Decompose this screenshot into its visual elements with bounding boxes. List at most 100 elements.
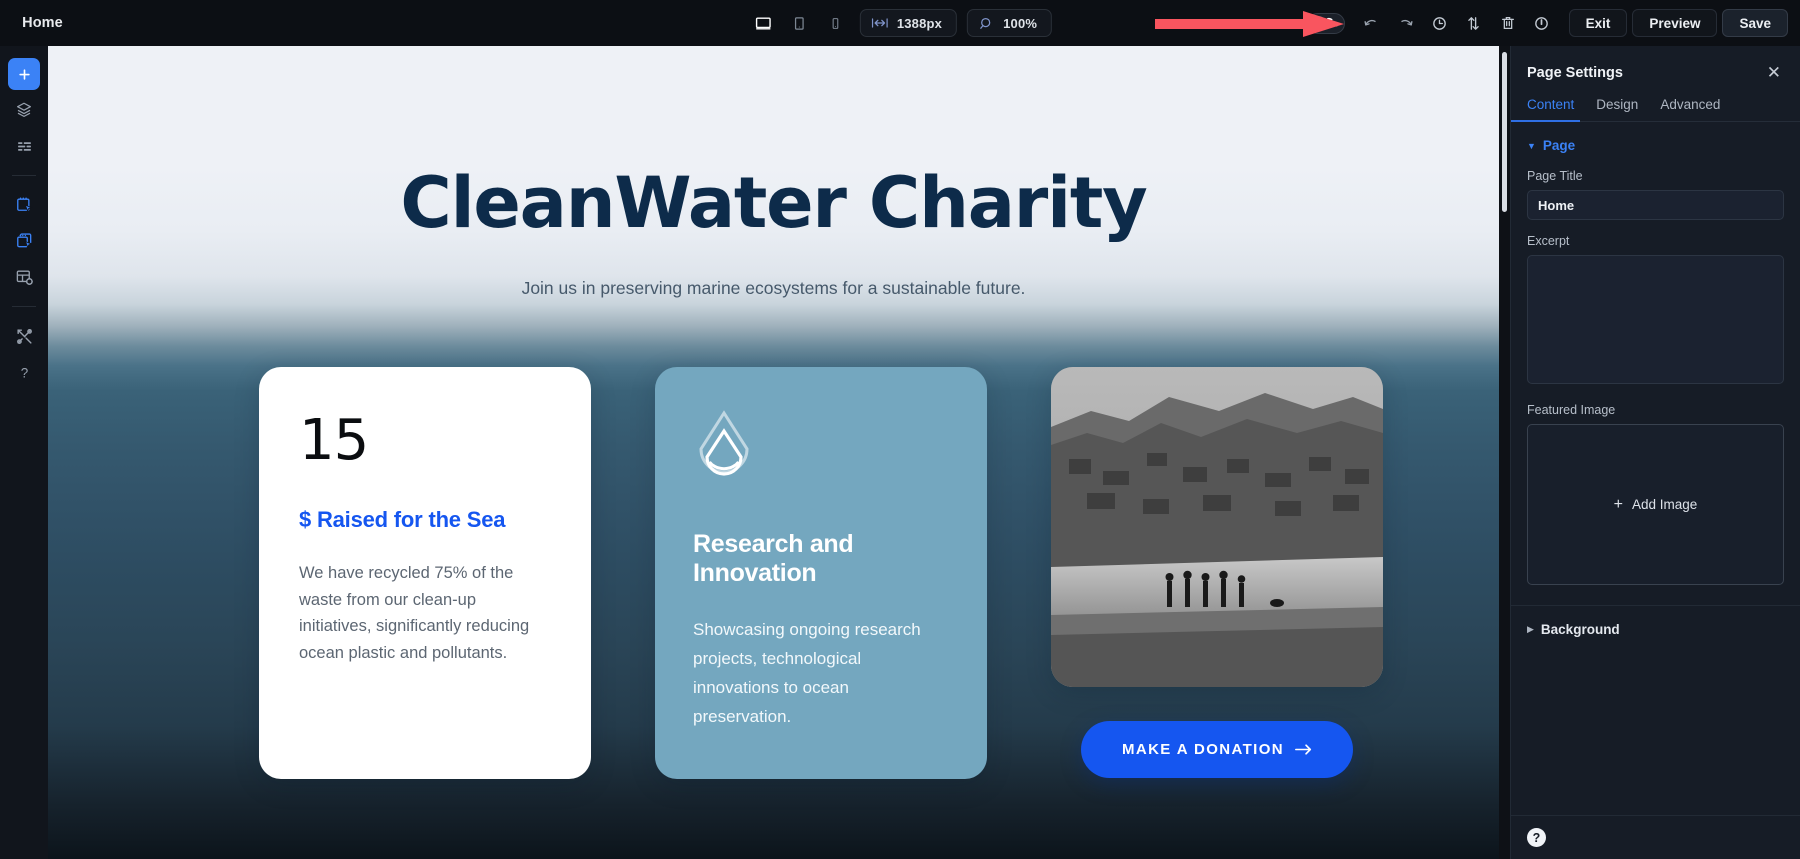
list-icon: [17, 141, 31, 151]
coastal-photo-graphic: [1051, 367, 1383, 687]
history-button[interactable]: [1425, 8, 1455, 38]
sidebar-item-duplicate-element[interactable]: [8, 225, 40, 257]
redo-icon: [1401, 19, 1413, 26]
dark-mode-toggle-track[interactable]: [1306, 12, 1345, 34]
hero-title[interactable]: CleanWater Charity: [48, 162, 1499, 244]
zoom-control[interactable]: 100%: [967, 9, 1053, 37]
transfer-button[interactable]: [1459, 8, 1489, 38]
excerpt-label: Excerpt: [1527, 234, 1570, 248]
logo-area: Home: [0, 0, 63, 46]
arrow-right-icon: [1295, 744, 1312, 755]
device-switcher: [748, 9, 850, 37]
sidebar-item-help[interactable]: ?: [8, 356, 40, 388]
panel-title: Page Settings: [1527, 64, 1623, 81]
sidebar-item-select-element[interactable]: [8, 189, 40, 221]
undo-button[interactable]: [1357, 8, 1387, 38]
stat-description: We have recycled 75% of the waste from o…: [299, 564, 530, 663]
section-background-header[interactable]: ▶ Background: [1511, 606, 1800, 647]
history-clock-icon: [1433, 16, 1446, 30]
featured-image-field: Featured Image + Add Image: [1511, 389, 1800, 585]
power-icon: [1535, 16, 1548, 30]
plus-icon: +: [1613, 495, 1624, 513]
stat-label: $ Raised for the Sea: [299, 507, 506, 532]
desktop-icon: [755, 16, 771, 30]
grid-settings-icon: [16, 269, 33, 285]
panel-header: Page Settings ✕: [1511, 46, 1800, 83]
coastal-photo[interactable]: [1051, 367, 1383, 687]
add-image-label: Add Image: [1632, 497, 1698, 512]
featured-image-label: Featured Image: [1527, 403, 1616, 417]
save-button[interactable]: Save: [1722, 9, 1788, 37]
tools-icon: [16, 328, 32, 344]
media-column: MAKE A DONATION: [1051, 367, 1383, 779]
sidebar-item-list-view[interactable]: [8, 130, 40, 162]
panel-footer: ?: [1511, 815, 1800, 859]
mobile-icon: [832, 17, 838, 29]
section-background-label: Background: [1540, 622, 1620, 637]
page-settings-panel: Page Settings ✕ Content Design Advanced …: [1510, 46, 1800, 859]
select-cursor-icon: [16, 197, 32, 212]
current-page-name: Home: [22, 15, 63, 31]
toolbar-right: Exit Preview Save: [1306, 8, 1800, 38]
device-tablet-button[interactable]: [784, 9, 814, 37]
tab-design[interactable]: Design: [1596, 97, 1638, 121]
preview-button[interactable]: Preview: [1632, 9, 1718, 37]
trash-icon: [1501, 17, 1514, 29]
section-page-label: Page: [1542, 138, 1576, 153]
top-toolbar: Home 1388px 100% Exit Preview Save: [0, 0, 1800, 46]
add-image-button[interactable]: + Add Image: [1527, 424, 1784, 585]
section-page-header[interactable]: ▼ Page: [1511, 122, 1800, 163]
sidebar-item-tools[interactable]: [8, 320, 40, 352]
page-title-field: Page Title: [1511, 163, 1800, 220]
copy-cursor-icon: [16, 232, 32, 249]
canvas-width-control[interactable]: 1388px: [859, 9, 958, 37]
layers-icon: [16, 102, 32, 118]
rail-divider-2: [12, 306, 36, 307]
hero-subtitle[interactable]: Join us in preserving marine ecosystems …: [48, 278, 1499, 299]
page-title-input[interactable]: [1527, 190, 1784, 220]
moon-icon: [1326, 17, 1338, 28]
zoom-value: 100%: [1003, 15, 1038, 31]
toolbar-action-buttons: Exit Preview Save: [1568, 9, 1788, 37]
transfer-arrows-icon: [1468, 16, 1479, 30]
question-mark-circle-icon[interactable]: ?: [1527, 828, 1546, 847]
make-a-donation-button[interactable]: MAKE A DONATION: [1081, 721, 1353, 778]
power-button[interactable]: [1527, 8, 1557, 38]
canvas-viewport: CleanWater Charity Join us in preserving…: [48, 46, 1510, 859]
chevron-down-icon: ▼: [1527, 140, 1536, 151]
svg-text:?: ?: [20, 365, 27, 380]
canvas-scrollbar-thumb[interactable]: [1502, 52, 1507, 212]
canvas-scrollbar[interactable]: [1499, 46, 1510, 859]
left-tool-rail: ?: [0, 46, 48, 859]
sidebar-item-add-element[interactable]: [8, 58, 40, 90]
redo-button[interactable]: [1391, 8, 1421, 38]
sidebar-item-global-settings[interactable]: [8, 261, 40, 293]
question-icon: ?: [20, 365, 27, 380]
magnifier-icon: [980, 17, 991, 29]
width-arrows-icon: [871, 18, 888, 28]
device-desktop-button[interactable]: [748, 9, 778, 37]
feature-card[interactable]: Research and Innovation Showcasing ongoi…: [655, 367, 987, 779]
device-mobile-button[interactable]: [820, 9, 850, 37]
close-icon[interactable]: ✕: [1764, 62, 1784, 83]
page-canvas[interactable]: CleanWater Charity Join us in preserving…: [48, 46, 1499, 859]
delete-button[interactable]: [1493, 8, 1523, 38]
tab-content[interactable]: Content: [1510, 97, 1581, 122]
excerpt-textarea[interactable]: [1527, 255, 1784, 384]
dark-mode-toggle[interactable]: [1306, 12, 1345, 34]
stat-card[interactable]: 15 $ Raised for the Sea We have recycled…: [259, 367, 591, 779]
sidebar-item-layers[interactable]: [8, 94, 40, 126]
excerpt-field: Excerpt: [1511, 220, 1800, 389]
feature-card-title: Research and Innovation: [693, 530, 854, 588]
workspace: ? CleanWater Charity Join us in preservi…: [0, 46, 1800, 859]
feature-card-description: Showcasing ongoing research projects, te…: [693, 619, 921, 727]
undo-icon: [1364, 19, 1376, 26]
panel-tabs: Content Design Advanced: [1510, 83, 1800, 122]
tab-advanced[interactable]: Advanced: [1660, 97, 1720, 121]
chevron-right-icon: ▶: [1527, 624, 1534, 634]
viewport-controls: 1388px 100%: [748, 9, 1053, 37]
dark-mode-toggle-knob: [1310, 15, 1326, 31]
tablet-icon: [794, 16, 804, 30]
exit-button[interactable]: Exit: [1568, 9, 1628, 37]
app-root: Home 1388px 100% Exit Preview Save ? Cle…: [0, 0, 1800, 859]
